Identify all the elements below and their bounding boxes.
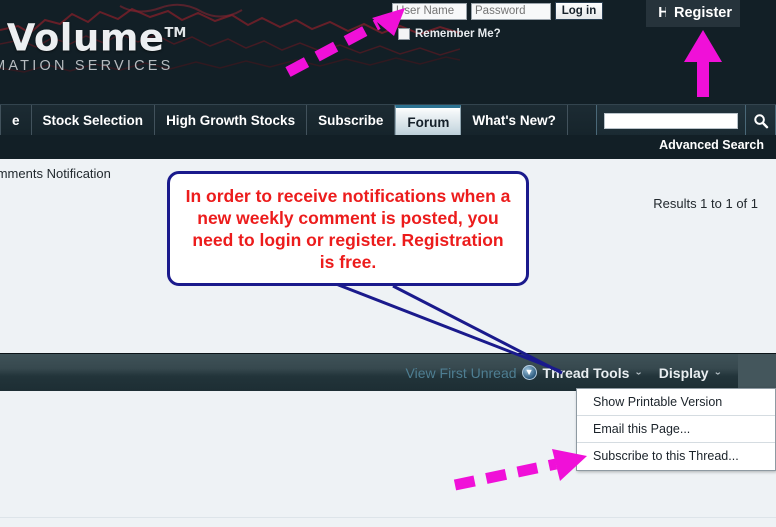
page-root: ive VolumeTM INFORMATION SERVICES Log in… [0,0,776,527]
down-arrow-circle-icon: ▼ [521,365,537,380]
nav-tab-whats-new[interactable]: What's New? [461,105,568,136]
instruction-callout: In order to receive notifications when a… [167,171,529,286]
breadcrumb[interactable]: y Comments Notification [0,166,111,181]
display-menu[interactable]: Display ⌄ [659,365,722,381]
register-link[interactable]: Register [666,0,740,27]
menu-item-email-this-page[interactable]: Email this Page... [577,416,775,443]
bottom-divider [0,517,776,518]
search-input[interactable] [604,112,738,129]
thread-tools-menu[interactable]: Thread Tools ⌄ [543,365,643,381]
password-input[interactable] [471,2,551,20]
toolbar-right-pad [738,353,776,392]
logo-subtitle: INFORMATION SERVICES [0,58,174,75]
results-count: Results 1 to 1 of 1 [653,196,758,211]
nav-tab-forum[interactable]: Forum [395,105,462,136]
chevron-down-icon: ⌄ [634,368,643,377]
instruction-callout-text: In order to receive notifications when a… [185,185,511,272]
search-button[interactable] [746,105,776,136]
view-first-unread-label: View First Unread [405,364,517,381]
username-input[interactable] [392,2,467,20]
remember-me-row[interactable]: Remember Me? [398,28,603,40]
site-header: ive VolumeTM INFORMATION SERVICES Log in… [0,0,776,104]
remember-me-checkbox[interactable] [398,28,410,40]
advanced-search-bar: Advanced Search [0,135,776,159]
search-input-cell [596,105,746,136]
menu-item-show-printable-version[interactable]: Show Printable Version [577,389,775,416]
nav-tab-stock-selection[interactable]: Stock Selection [32,105,156,136]
nav-tab-high-growth-stocks[interactable]: High Growth Stocks [155,105,308,136]
login-fields-row: Log in [392,2,603,20]
thread-toolbar: View First Unread ▼ Thread Tools ⌄ Displ… [0,353,776,392]
view-first-unread-link[interactable]: View First Unread ▼ [406,365,537,381]
thread-tools-label: Thread Tools [542,364,630,381]
logo-name: ive Volume [0,16,165,60]
logo-trademark: TM [164,26,187,41]
menu-item-subscribe-to-this-thread[interactable]: Subscribe to this Thread... [577,443,775,470]
chevron-down-icon-display: ⌄ [713,368,722,377]
search-area [596,105,776,136]
nav-tab-home[interactable]: e [0,105,32,136]
thread-tools-dropdown: Show Printable Version Email this Page..… [576,388,776,471]
log-in-button[interactable]: Log in [555,2,603,20]
logo-main-text: ive VolumeTM [0,12,260,60]
site-logo[interactable]: ive VolumeTM INFORMATION SERVICES [0,12,260,74]
remember-me-label: Remember Me? [415,28,501,40]
login-form: Log in Remember Me? [392,2,603,40]
magnifier-icon [753,113,768,128]
main-navigation: e Stock Selection High Growth Stocks Sub… [0,104,776,136]
advanced-search-link[interactable]: Advanced Search [659,138,764,152]
display-label: Display [658,364,709,381]
nav-tab-subscribe[interactable]: Subscribe [307,105,396,136]
